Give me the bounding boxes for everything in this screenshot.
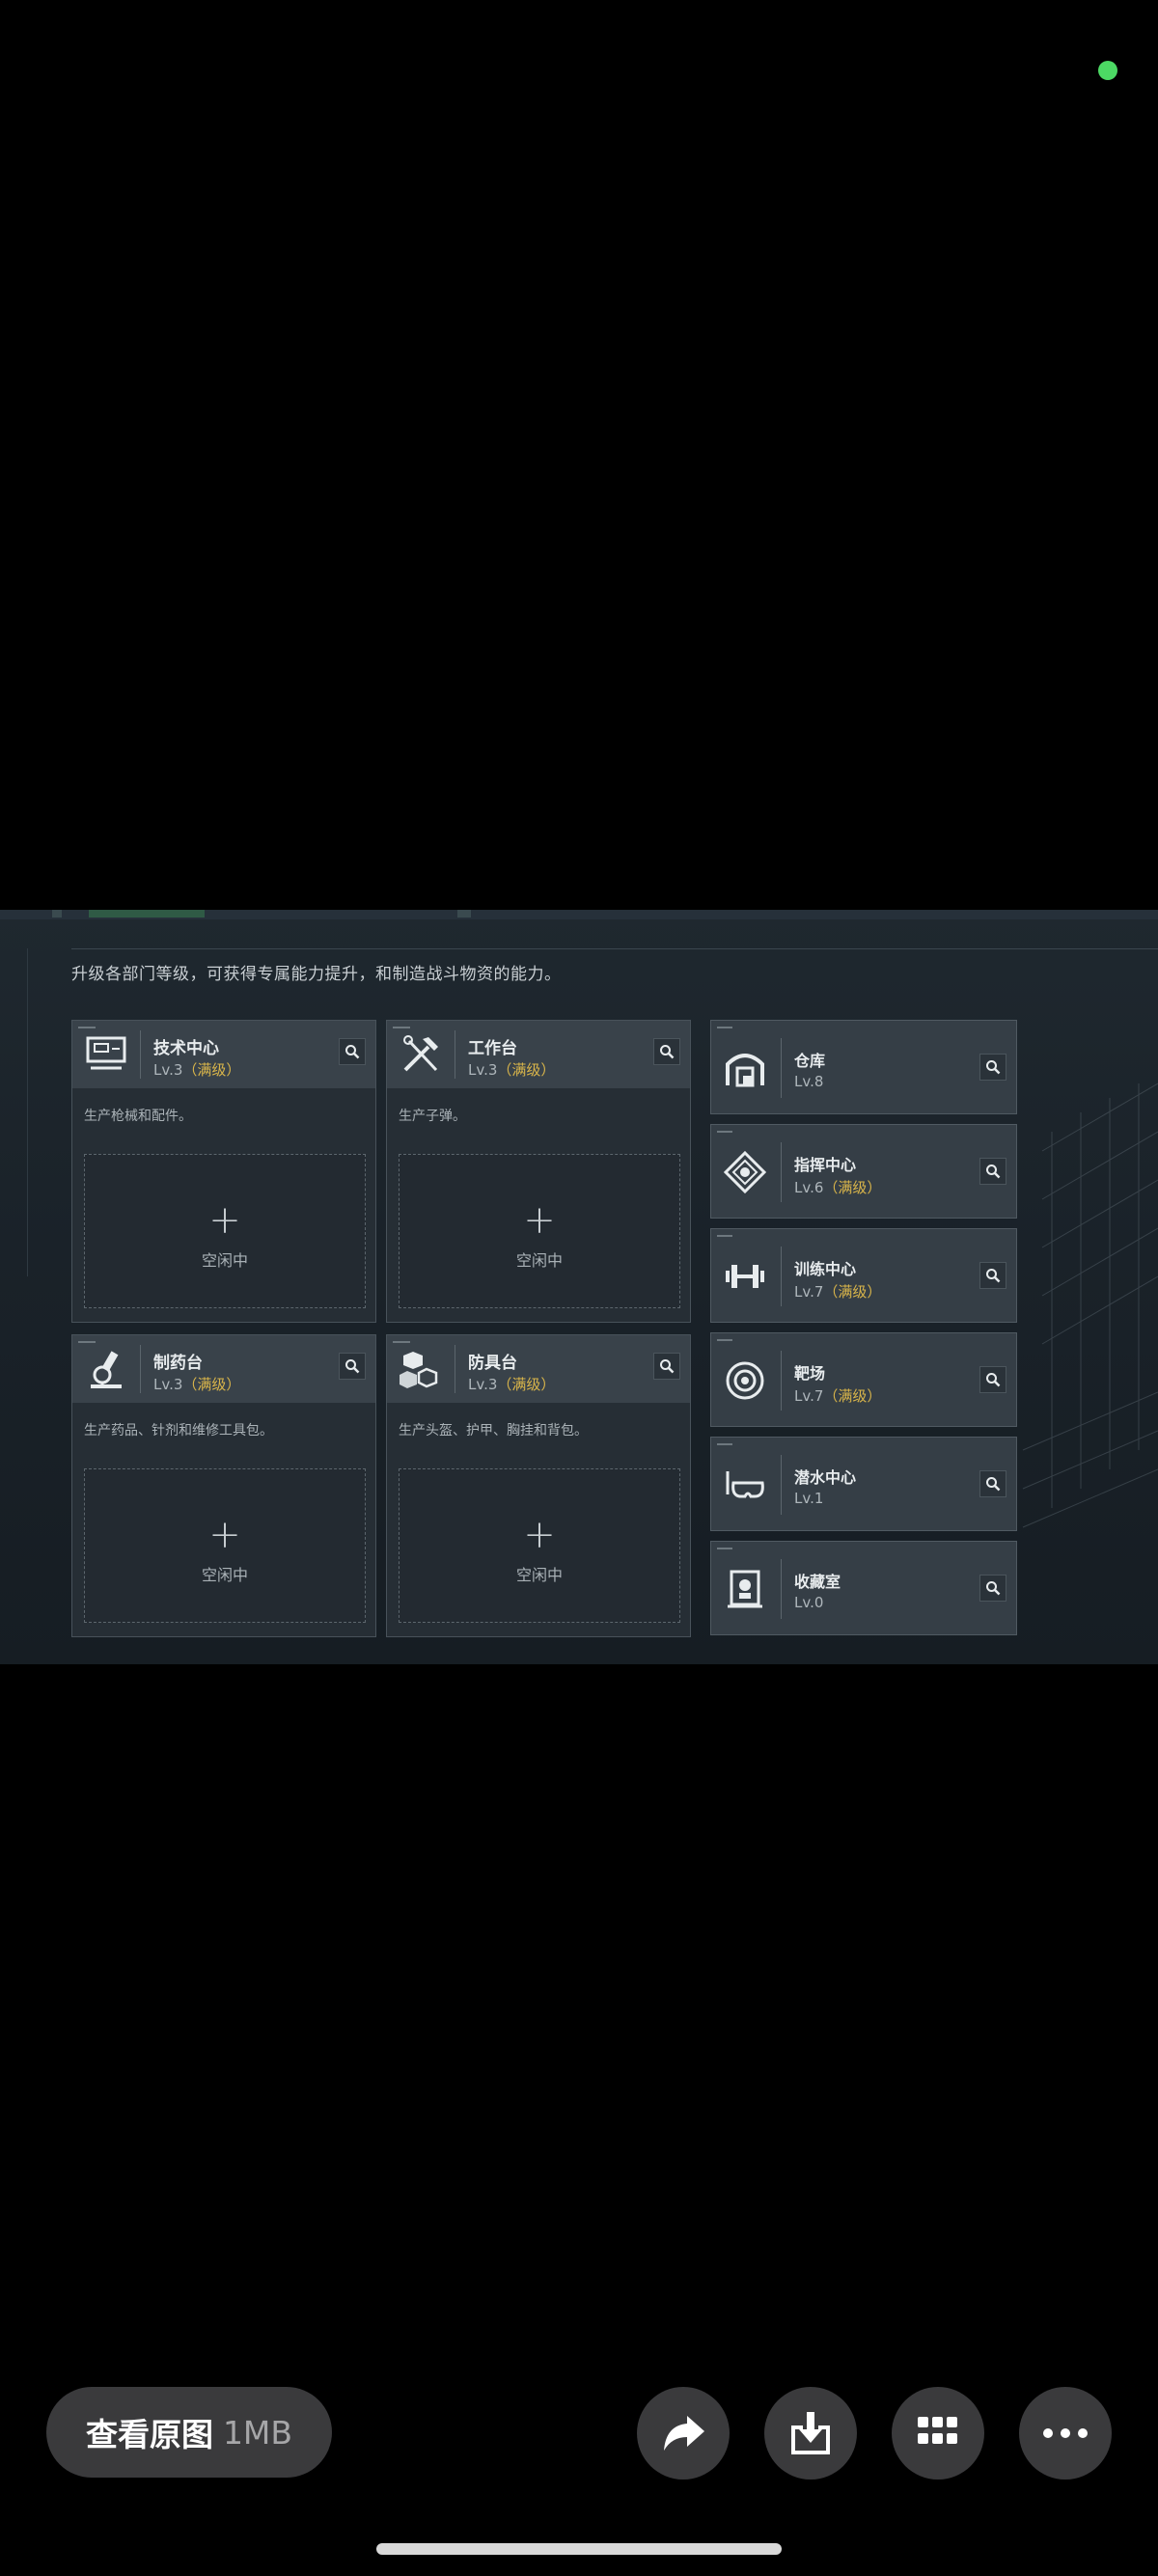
- game-screenshot[interactable]: 升级各部门等级，可获得专属能力提升，和制造战斗物资的能力。 技术中心 Lv.3（…: [0, 910, 1158, 1664]
- grid-icon: [918, 2417, 957, 2444]
- production-slot[interactable]: + 空闲中: [399, 1468, 680, 1623]
- left-rail-line: [27, 948, 28, 1276]
- tab-marker: [52, 910, 62, 918]
- slot-status: 空闲中: [201, 1566, 248, 1584]
- facility-name: 收藏室: [794, 1573, 841, 1591]
- card-name: 制药台: [153, 1354, 203, 1373]
- search-icon[interactable]: [979, 1158, 1006, 1185]
- target-icon: [721, 1355, 769, 1407]
- plus-icon: +: [523, 1198, 556, 1243]
- facility-level: Lv.7（满级）: [794, 1387, 882, 1405]
- download-button[interactable]: [764, 2387, 857, 2480]
- header-divider: [71, 948, 1158, 949]
- facility-collection-room[interactable]: 收藏室 Lv.0: [710, 1541, 1017, 1635]
- more-icon: [1043, 2428, 1088, 2438]
- computer-icon: [82, 1032, 130, 1077]
- facility-name: 潜水中心: [794, 1468, 857, 1487]
- tools-icon: [397, 1032, 445, 1077]
- status-indicator-dot: [1098, 61, 1117, 80]
- diving-mask-icon: [721, 1459, 769, 1511]
- dumbbell-icon: [721, 1250, 769, 1302]
- share-button[interactable]: [637, 2387, 730, 2480]
- workshop-card-armor[interactable]: 防具台 Lv.3（满级） 生产头盔、护甲、胸挂和背包。 + 空闲中: [386, 1334, 691, 1637]
- facility-diving-center[interactable]: 潜水中心 Lv.1: [710, 1437, 1017, 1531]
- command-icon: [721, 1146, 769, 1198]
- card-level: Lv.3（满级）: [153, 1061, 241, 1079]
- download-icon: [791, 2412, 830, 2454]
- search-icon[interactable]: [653, 1353, 680, 1380]
- workshop-card-tech-center[interactable]: 技术中心 Lv.3（满级） 生产枪械和配件。 + 空闲中: [71, 1020, 376, 1323]
- search-icon[interactable]: [339, 1353, 366, 1380]
- card-produce-text: 生产子弹。: [399, 1109, 466, 1124]
- card-name: 技术中心: [153, 1039, 219, 1058]
- facility-name: 指挥中心: [794, 1156, 857, 1174]
- plus-icon: +: [208, 1198, 241, 1243]
- more-button[interactable]: [1019, 2387, 1112, 2480]
- workshop-card-workbench[interactable]: 工作台 Lv.3（满级） 生产子弹。 + 空闲中: [386, 1020, 691, 1323]
- slot-status: 空闲中: [515, 1566, 563, 1584]
- facility-name: 训练中心: [794, 1260, 857, 1278]
- workshop-card-pharmacy[interactable]: 制药台 Lv.3（满级） 生产药品、针剂和维修工具包。 + 空闲中: [71, 1334, 376, 1637]
- card-produce-text: 生产枪械和配件。: [84, 1109, 192, 1124]
- card-header: 防具台 Lv.3（满级）: [387, 1335, 690, 1403]
- slot-status: 空闲中: [201, 1251, 248, 1270]
- plus-icon: +: [523, 1513, 556, 1557]
- card-level: Lv.3（满级）: [468, 1376, 556, 1393]
- department-description: 升级各部门等级，可获得专属能力提升，和制造战斗物资的能力。: [71, 965, 562, 984]
- warehouse-icon: [721, 1042, 769, 1094]
- facility-level: Lv.8: [794, 1073, 824, 1090]
- armor-icon: [397, 1347, 445, 1391]
- card-level: Lv.3（满级）: [153, 1376, 241, 1393]
- collection-icon: [721, 1563, 769, 1615]
- facility-training-center[interactable]: 训练中心 Lv.7（满级）: [710, 1228, 1017, 1323]
- search-icon[interactable]: [979, 1262, 1006, 1289]
- card-header: 技术中心 Lv.3（满级）: [72, 1021, 375, 1088]
- facility-level: Lv.1: [794, 1490, 824, 1507]
- facility-warehouse[interactable]: 仓库 Lv.8: [710, 1020, 1017, 1114]
- file-size: 1MB: [222, 2413, 293, 2452]
- facility-shooting-range[interactable]: 靶场 Lv.7（满级）: [710, 1332, 1017, 1427]
- microscope-icon: [82, 1347, 130, 1391]
- facility-name: 仓库: [794, 1052, 826, 1070]
- production-slot[interactable]: + 空闲中: [84, 1154, 366, 1308]
- search-icon[interactable]: [979, 1054, 1006, 1081]
- home-indicator[interactable]: [376, 2543, 782, 2555]
- facility-level: Lv.6（满级）: [794, 1179, 882, 1196]
- search-icon[interactable]: [339, 1038, 366, 1065]
- card-produce-text: 生产药品、针剂和维修工具包。: [84, 1423, 273, 1439]
- view-original-button[interactable]: 查看原图 1MB: [46, 2387, 332, 2478]
- card-header: 制药台 Lv.3（满级）: [72, 1335, 375, 1403]
- search-icon[interactable]: [653, 1038, 680, 1065]
- grid-button[interactable]: [892, 2387, 984, 2480]
- card-produce-text: 生产头盔、护甲、胸挂和背包。: [399, 1423, 588, 1439]
- facility-command-center[interactable]: 指挥中心 Lv.6（满级）: [710, 1124, 1017, 1219]
- card-name: 工作台: [468, 1039, 517, 1058]
- image-viewer: 升级各部门等级，可获得专属能力提升，和制造战斗物资的能力。 技术中心 Lv.3（…: [0, 0, 1158, 2576]
- facility-level: Lv.0: [794, 1594, 824, 1611]
- card-name: 防具台: [468, 1354, 517, 1373]
- share-icon: [664, 2416, 704, 2451]
- card-level: Lv.3（满级）: [468, 1061, 556, 1079]
- production-slot[interactable]: + 空闲中: [84, 1468, 366, 1623]
- tab-marker: [457, 910, 471, 918]
- search-icon[interactable]: [979, 1366, 1006, 1393]
- card-header: 工作台 Lv.3（满级）: [387, 1021, 690, 1088]
- facility-level: Lv.7（满级）: [794, 1283, 882, 1301]
- view-original-label: 查看原图: [85, 2416, 213, 2453]
- production-slot[interactable]: + 空闲中: [399, 1154, 680, 1308]
- plus-icon: +: [208, 1513, 241, 1557]
- search-icon[interactable]: [979, 1575, 1006, 1602]
- active-tab-underline[interactable]: [89, 910, 205, 918]
- search-icon[interactable]: [979, 1470, 1006, 1497]
- slot-status: 空闲中: [515, 1251, 563, 1270]
- facility-name: 靶场: [794, 1364, 826, 1383]
